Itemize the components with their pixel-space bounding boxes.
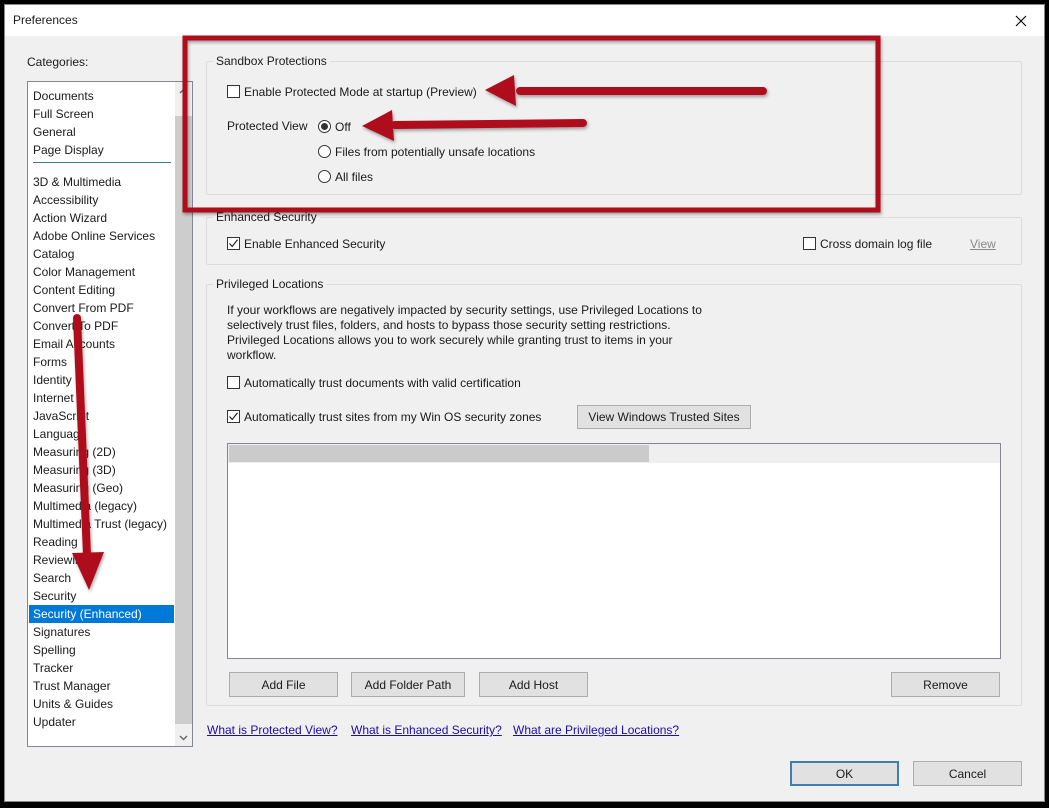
protected-view-all-radio[interactable] (318, 170, 331, 183)
cross-domain-log-label: Cross domain log file (820, 237, 933, 251)
protected-view-label: Protected View (227, 119, 308, 133)
category-item[interactable]: Measuring (2D) (29, 443, 174, 461)
ok-button[interactable]: OK (790, 761, 899, 786)
list-header-column[interactable] (229, 445, 649, 462)
category-item[interactable]: Convert To PDF (29, 317, 174, 335)
protected-view-off-label: Off (335, 120, 351, 134)
enable-enhanced-security-label: Enable Enhanced Security (244, 237, 386, 251)
category-item[interactable]: Forms (29, 353, 174, 371)
what-is-enhanced-security-link[interactable]: What is Enhanced Security? (351, 723, 502, 737)
category-item[interactable]: Internet (29, 389, 174, 407)
protected-view-all-label: All files (335, 170, 374, 184)
category-item[interactable]: Language (29, 425, 174, 443)
category-item[interactable]: Search (29, 569, 174, 587)
privileged-locations-description: If your workflows are negatively impacte… (227, 303, 702, 362)
category-item[interactable]: Measuring (Geo) (29, 479, 174, 497)
category-item[interactable]: Units & Guides (29, 695, 174, 713)
add-file-button[interactable]: Add File (229, 672, 338, 697)
category-item[interactable]: Updater (29, 713, 174, 731)
categories-list[interactable]: Documents Full Screen General Page Display 3… (27, 81, 193, 747)
category-item[interactable]: Reading (29, 533, 174, 551)
scroll-up-button[interactable] (175, 82, 192, 99)
protected-mode-label: Enable Protected Mode at startup (Previe… (244, 85, 477, 99)
remove-button[interactable]: Remove (891, 672, 1000, 697)
category-item[interactable]: Spelling (29, 641, 174, 659)
enable-enhanced-security-checkbox[interactable] (227, 237, 240, 250)
radio-selected-dot (321, 123, 328, 130)
chevron-up-icon (179, 88, 188, 93)
window-title: Preferences (13, 13, 78, 27)
category-item[interactable]: Tracker (29, 659, 174, 677)
category-item[interactable]: Email Accounts (29, 335, 174, 353)
add-host-button[interactable]: Add Host (479, 672, 588, 697)
cross-domain-log-checkbox[interactable] (803, 237, 816, 250)
category-item[interactable]: Multimedia (legacy) (29, 497, 174, 515)
sandbox-protections-title: Sandbox Protections (213, 54, 330, 68)
categories-label: Categories: (27, 55, 89, 69)
category-item[interactable]: Identity (29, 371, 174, 389)
protected-view-off-radio[interactable] (318, 120, 331, 133)
category-item[interactable]: Convert From PDF (29, 299, 174, 317)
title-bar: Preferences (5, 5, 1044, 36)
view-log-link[interactable]: View (970, 237, 996, 251)
category-item[interactable]: Content Editing (29, 281, 174, 299)
list-header (228, 444, 1000, 463)
preferences-dialog: Preferences Categories: Documents Full Sc… (4, 4, 1045, 802)
protected-view-unsafe-radio[interactable] (318, 145, 331, 158)
trust-os-zones-label: Automatically trust sites from my Win OS… (244, 410, 542, 424)
protected-view-unsafe-label: Files from potentially unsafe locations (335, 145, 536, 159)
category-item[interactable]: 3D & Multimedia (29, 173, 174, 191)
category-item[interactable]: Signatures (29, 623, 174, 641)
category-item[interactable]: Full Screen (29, 105, 174, 123)
category-item[interactable]: Measuring (3D) (29, 461, 174, 479)
close-icon (1015, 15, 1027, 26)
category-item[interactable]: Trust Manager (29, 677, 174, 695)
trust-certified-docs-checkbox[interactable] (227, 376, 240, 389)
category-item[interactable]: Catalog (29, 245, 174, 263)
add-folder-path-button[interactable]: Add Folder Path (351, 672, 465, 697)
category-item[interactable]: Security (Enhanced) (29, 605, 174, 623)
what-are-privileged-locations-link[interactable]: What are Privileged Locations? (513, 723, 679, 737)
category-item[interactable]: Accessibility (29, 191, 174, 209)
category-item[interactable]: General (29, 123, 174, 141)
category-item[interactable]: Security (29, 587, 174, 605)
enhanced-security-title: Enhanced Security (213, 210, 320, 224)
privileged-locations-title: Privileged Locations (213, 277, 327, 291)
protected-mode-checkbox[interactable] (227, 85, 240, 98)
trust-certified-docs-label: Automatically trust documents with valid… (244, 376, 521, 390)
privileged-locations-list[interactable] (227, 443, 1001, 659)
cancel-button[interactable]: Cancel (913, 761, 1022, 786)
category-item[interactable]: Page Display (29, 141, 174, 159)
category-item[interactable]: Multimedia Trust (legacy) (29, 515, 174, 533)
category-separator (33, 162, 171, 163)
category-item[interactable]: Color Management (29, 263, 174, 281)
scroll-thumb[interactable] (175, 116, 192, 724)
view-windows-trusted-sites-button[interactable]: View Windows Trusted Sites (577, 405, 751, 429)
scroll-down-button[interactable] (175, 729, 192, 746)
checkmark-icon (229, 412, 238, 421)
trust-os-zones-checkbox[interactable] (227, 410, 240, 423)
categories-scrollbar[interactable] (175, 82, 192, 746)
category-item[interactable]: Reviewing (29, 551, 174, 569)
category-item[interactable]: Documents (29, 87, 174, 105)
category-item[interactable]: JavaScript (29, 407, 174, 425)
chevron-down-icon (179, 735, 188, 740)
what-is-protected-view-link[interactable]: What is Protected View? (207, 723, 338, 737)
close-button[interactable] (998, 5, 1044, 36)
category-item[interactable]: Adobe Online Services (29, 227, 174, 245)
checkmark-icon (229, 239, 238, 248)
category-item[interactable]: Action Wizard (29, 209, 174, 227)
